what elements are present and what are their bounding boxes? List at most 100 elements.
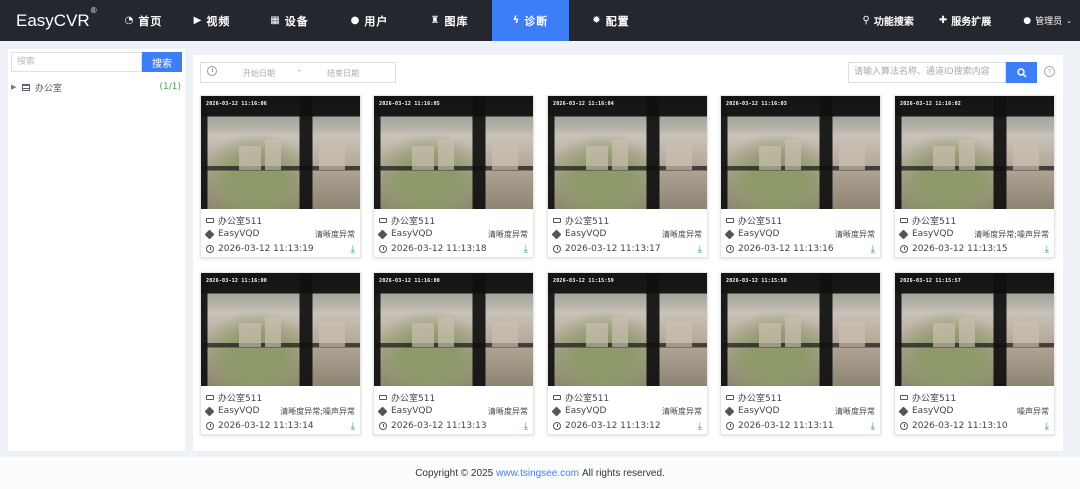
card-algo-row: EasyVQD 清晰度异常;噪声异常 xyxy=(204,405,355,417)
help-icon[interactable]: ? xyxy=(1044,66,1055,77)
algo-name: EasyVQD xyxy=(565,229,607,239)
cube-icon xyxy=(898,406,910,416)
snapshot-image[interactable]: 2026-03-12 11:16:06 xyxy=(201,96,360,209)
nav-item-diagnosis[interactable]: ϟ 诊断 xyxy=(492,0,569,41)
download-icon[interactable]: ⤓ xyxy=(1045,421,1049,432)
card-channel-row: 办公室511 xyxy=(379,214,528,227)
snapshot-card[interactable]: 2026-03-12 11:16:04 办公室511 EasyVQD 清晰度异常 202… xyxy=(547,95,708,258)
start-date-input[interactable]: 开始日期 xyxy=(243,68,275,79)
download-icon[interactable]: ⤓ xyxy=(524,244,528,255)
snapshot-image[interactable]: 2026-03-12 11:16:03 xyxy=(721,96,880,209)
capture-time: 2026-03-12 11:13:14 xyxy=(218,421,314,431)
card-time-row: 2026-03-12 11:13:13 ⤓ xyxy=(379,420,528,432)
snapshot-image[interactable]: 2026-03-12 11:15:58 xyxy=(721,273,880,386)
card-algo-row: EasyVQD 清晰度异常 xyxy=(551,405,702,417)
download-icon[interactable]: ⤓ xyxy=(871,421,875,432)
algo-name: EasyVQD xyxy=(218,229,260,239)
download-icon[interactable]: ⤓ xyxy=(524,421,528,432)
nav-item-user[interactable]: ● 用户 xyxy=(332,0,407,41)
snapshot-card[interactable]: 2026-03-12 11:15:57 办公室511 EasyVQD 噪声异常 2026… xyxy=(894,272,1055,435)
nav-item-config[interactable]: ✹ 配置 xyxy=(569,0,653,41)
image-timestamp: 2026-03-12 11:16:05 xyxy=(379,101,440,107)
capture-time: 2026-03-12 11:13:18 xyxy=(391,244,487,254)
snapshot-image[interactable]: 2026-03-12 11:16:00 xyxy=(201,273,360,386)
clock-icon xyxy=(206,245,216,253)
image-timestamp: 2026-03-12 11:16:06 xyxy=(206,101,267,107)
camera-icon xyxy=(726,217,736,223)
algo-name: EasyVQD xyxy=(912,229,954,239)
cube-icon xyxy=(204,406,216,416)
card-time-row: 2026-03-12 11:13:10 ⤓ xyxy=(900,420,1049,432)
sidebar-search-input[interactable]: 搜索 xyxy=(11,52,142,72)
snapshot-card[interactable]: 2026-03-12 11:16:03 办公室511 EasyVQD 清晰度异常 202… xyxy=(720,95,881,258)
camera-icon xyxy=(553,217,563,223)
image-timestamp: 2026-03-12 11:16:00 xyxy=(379,278,440,284)
feature-search-button[interactable]: ⚲ 功能搜索 xyxy=(863,13,914,28)
snapshot-image[interactable]: 2026-03-12 11:15:57 xyxy=(895,273,1054,386)
nav-item-home[interactable]: ◔ 首页 xyxy=(110,0,177,41)
cube-icon xyxy=(551,229,563,239)
caret-right-icon[interactable]: ▶ xyxy=(11,83,20,91)
user-icon: ● xyxy=(350,15,361,26)
capture-time: 2026-03-12 11:13:10 xyxy=(912,421,1008,431)
date-range-picker[interactable]: 开始日期 - 结束日期 xyxy=(200,62,396,83)
algo-search-input[interactable]: 请输入算法名称、通道ID搜索内容 xyxy=(848,62,1006,83)
cube-icon xyxy=(377,406,389,416)
diagnosis-result: 清晰度异常 xyxy=(488,229,528,239)
capture-time: 2026-03-12 11:13:11 xyxy=(738,421,834,431)
footer: Copyright © 2025 www.tsingsee.com All ri… xyxy=(0,457,1080,489)
algo-name: EasyVQD xyxy=(738,406,780,416)
diagnosis-result: 清晰度异常 xyxy=(835,229,875,239)
snapshot-card[interactable]: 2026-03-12 11:16:05 办公室511 EasyVQD 清晰度异常 202… xyxy=(373,95,534,258)
download-icon[interactable]: ⤓ xyxy=(1045,244,1049,255)
gallery-icon: ♜ xyxy=(430,15,441,26)
sidebar-search-button[interactable]: 搜索 xyxy=(142,52,182,72)
app-logo[interactable]: EasyCVR® xyxy=(0,6,110,31)
card-algo-row: EasyVQD 清晰度异常 xyxy=(204,228,355,240)
download-icon[interactable]: ⤓ xyxy=(351,244,355,255)
algo-name: EasyVQD xyxy=(738,229,780,239)
cube-icon xyxy=(551,406,563,416)
snapshot-card[interactable]: 2026-03-12 11:16:02 办公室511 EasyVQD 清晰度异常;噪声… xyxy=(894,95,1055,258)
end-date-input[interactable]: 结束日期 xyxy=(327,68,359,79)
snapshot-image[interactable]: 2026-03-12 11:15:59 xyxy=(548,273,707,386)
algo-search-button[interactable] xyxy=(1006,62,1037,83)
algo-name: EasyVQD xyxy=(218,406,260,416)
snapshot-image[interactable]: 2026-03-12 11:16:05 xyxy=(374,96,533,209)
camera-icon xyxy=(379,217,389,223)
clock-icon xyxy=(379,245,389,253)
clock-icon xyxy=(900,245,910,253)
download-icon[interactable]: ⤓ xyxy=(698,421,702,432)
capture-time: 2026-03-12 11:13:17 xyxy=(565,244,661,254)
card-time-row: 2026-03-12 11:13:16 ⤓ xyxy=(726,243,875,255)
download-icon[interactable]: ⤓ xyxy=(351,421,355,432)
top-nav-bar: EasyCVR® ◔ 首页 ▶ 视频 ▦ 设备 ● 用户 ♜ 图库 ϟ 诊断 ✹ 配置 ⚲ 功能… xyxy=(0,0,1080,41)
channel-name: 办公室511 xyxy=(565,216,610,227)
download-icon[interactable]: ⤓ xyxy=(698,244,702,255)
nav-item-device[interactable]: ▦ 设备 xyxy=(247,0,332,41)
user-menu[interactable]: ● 管理员 ⌄ xyxy=(1023,14,1072,28)
card-time-row: 2026-03-12 11:13:17 ⤓ xyxy=(553,243,702,255)
card-channel-row: 办公室511 xyxy=(900,214,1049,227)
snapshot-image[interactable]: 2026-03-12 11:16:04 xyxy=(548,96,707,209)
snapshot-card[interactable]: 2026-03-12 11:15:58 办公室511 EasyVQD 清晰度异常 202… xyxy=(720,272,881,435)
snapshot-card[interactable]: 2026-03-12 11:15:59 办公室511 EasyVQD 清晰度异常 202… xyxy=(547,272,708,435)
snapshot-card[interactable]: 2026-03-12 11:16:00 办公室511 EasyVQD 清晰度异常;噪声… xyxy=(200,272,361,435)
camera-icon xyxy=(726,394,736,400)
rights-text: All rights reserved. xyxy=(581,467,665,479)
snapshot-image[interactable]: 2026-03-12 11:16:00 xyxy=(374,273,533,386)
download-icon[interactable]: ⤓ xyxy=(871,244,875,255)
snapshot-card[interactable]: 2026-03-12 11:16:06 办公室511 EasyVQD 清晰度异常 202… xyxy=(200,95,361,258)
clock-icon xyxy=(207,66,217,76)
snapshot-image[interactable]: 2026-03-12 11:16:02 xyxy=(895,96,1054,209)
image-timestamp: 2026-03-12 11:15:59 xyxy=(553,278,614,284)
tree-item-office[interactable]: ▶ 办公室 (1/1) xyxy=(11,80,181,94)
service-extend-button[interactable]: ✚ 服务扩展 xyxy=(939,13,991,28)
card-time-row: 2026-03-12 11:13:14 ⤓ xyxy=(206,420,355,432)
cube-icon xyxy=(724,406,736,416)
nav-item-gallery[interactable]: ♜ 图库 xyxy=(407,0,492,41)
footer-link[interactable]: www.tsingsee.com xyxy=(496,468,579,479)
nav-item-video[interactable]: ▶ 视频 xyxy=(177,0,247,41)
snapshot-card[interactable]: 2026-03-12 11:16:00 办公室511 EasyVQD 清晰度异常 202… xyxy=(373,272,534,435)
diagnosis-result: 清晰度异常 xyxy=(662,229,702,239)
